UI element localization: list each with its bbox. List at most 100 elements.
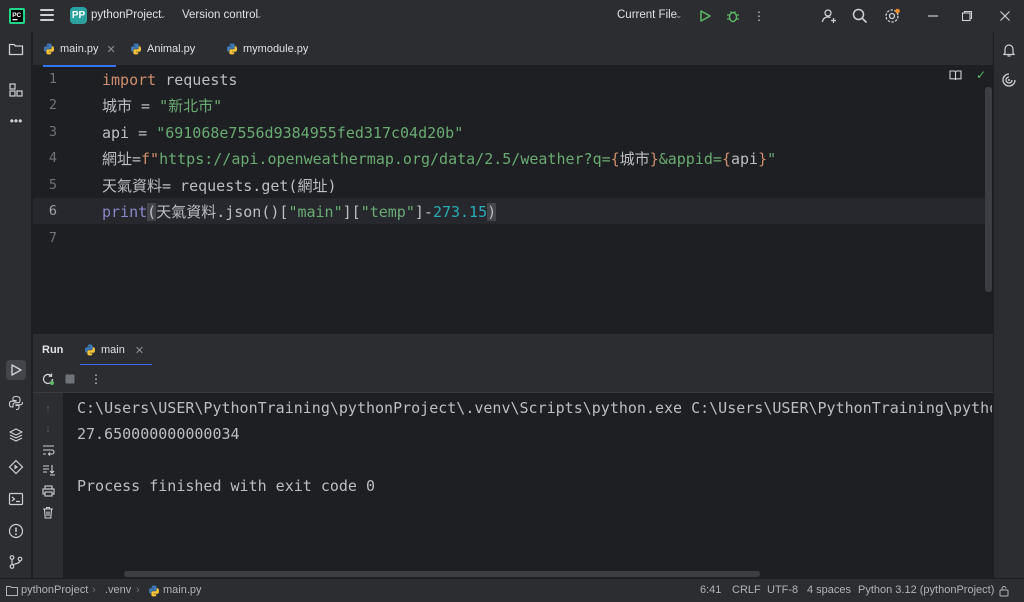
chevron-down-icon[interactable]: ⌄ xyxy=(675,10,683,21)
code-line[interactable]: 天氣資料= requests.get(網址) xyxy=(102,173,337,199)
console-horizontal-scrollbar[interactable] xyxy=(124,571,760,577)
code-line[interactable]: api = "691068e7556d9384955fed317c04d20b" xyxy=(102,120,463,146)
minimize-icon[interactable] xyxy=(925,8,941,24)
code-token: { xyxy=(610,150,620,168)
code-token: ) xyxy=(487,203,497,221)
code-token: https://api.openweathermap.org/data/2.5/… xyxy=(159,150,611,168)
code-token: api = xyxy=(102,124,157,142)
breadcrumb-project[interactable]: pythonProject xyxy=(21,584,88,596)
search-icon[interactable] xyxy=(852,8,868,24)
code-token: "新北市" xyxy=(159,97,223,115)
code-token: ( xyxy=(147,203,157,221)
console-output-line: Process finished with exit code 0 xyxy=(77,477,376,495)
chevron-down-icon[interactable]: ⌄ xyxy=(255,10,263,21)
main-menu-icon[interactable] xyxy=(40,9,54,21)
code-token: 天氣資料.json()[ xyxy=(156,203,289,221)
clear-all-trash-icon[interactable] xyxy=(40,504,56,520)
problems-icon[interactable] xyxy=(6,521,26,541)
right-toolbar xyxy=(993,32,1024,578)
file-lock-icon[interactable] xyxy=(998,585,1010,597)
run-icon[interactable] xyxy=(697,8,713,24)
caret-position[interactable]: 6:41 xyxy=(700,584,721,596)
add-user-icon[interactable] xyxy=(821,8,837,24)
project-folder-icon[interactable] xyxy=(6,39,26,59)
scroll-to-end-icon[interactable] xyxy=(40,462,56,478)
tab-main-py[interactable]: main.py ✕ xyxy=(43,32,116,67)
breadcrumb-venv[interactable]: .venv xyxy=(105,584,131,596)
close-tab-icon[interactable]: ✕ xyxy=(107,43,116,56)
line-number: 7 xyxy=(48,230,57,246)
reader-mode-icon[interactable] xyxy=(949,69,962,84)
code-line[interactable]: print(天氣資料.json()["main"]["temp"]-273.15… xyxy=(102,199,497,225)
run-toolbar: ⋮ xyxy=(33,365,993,393)
terminal-icon[interactable] xyxy=(6,489,26,509)
code-token: "691068e7556d9384955fed317c04d20b" xyxy=(156,124,464,142)
pycharm-logo-icon[interactable]: PC xyxy=(9,8,25,24)
chevron-down-icon[interactable]: ⌄ xyxy=(159,10,167,21)
code-token: requests xyxy=(156,71,238,89)
python-interpreter[interactable]: Python 3.12 (pythonProject) xyxy=(858,584,994,596)
title-bar: PC PP pythonProject ⌄ Version control ⌄ … xyxy=(0,0,1024,32)
tab-mymodule-py[interactable]: mymodule.py xyxy=(226,32,308,66)
project-badge[interactable]: PP xyxy=(70,7,87,24)
run-panel-title: Run xyxy=(42,344,64,356)
settings-icon[interactable] xyxy=(884,8,900,24)
console-output-line: C:\Users\USER\PythonTraining\pythonProje… xyxy=(77,399,992,417)
line-number: 2 xyxy=(48,97,57,113)
more-actions-icon[interactable]: ⋮ xyxy=(751,8,767,24)
folder-icon xyxy=(6,586,18,596)
tab-label: main.py xyxy=(60,43,99,55)
code-token: 網址= xyxy=(102,150,142,168)
run-configuration-selector[interactable]: Current File xyxy=(617,9,677,21)
file-encoding[interactable]: UTF-8 xyxy=(767,584,798,596)
code-token: &appid= xyxy=(658,150,722,168)
services-icon[interactable] xyxy=(6,457,26,477)
tab-label: mymodule.py xyxy=(243,43,309,55)
project-name[interactable]: pythonProject xyxy=(91,9,161,21)
stop-icon[interactable] xyxy=(62,371,78,387)
more-tool-windows-icon[interactable]: ••• xyxy=(6,111,26,131)
code-line[interactable]: import requests xyxy=(102,67,237,93)
run-console[interactable]: ↑ ↓ C:\Users\USER\PythonTraining\pythonP… xyxy=(33,393,993,578)
code-line[interactable]: 城市 = "新北市" xyxy=(102,93,222,119)
code-token: 城市 = xyxy=(102,97,160,115)
indent-setting[interactable]: 4 spaces xyxy=(807,584,851,596)
rerun-icon[interactable] xyxy=(40,371,56,387)
close-tab-icon[interactable]: ✕ xyxy=(135,344,144,357)
print-icon[interactable] xyxy=(40,483,56,499)
close-icon[interactable] xyxy=(997,8,1013,24)
console-output-line: 27.650000000000034 xyxy=(77,425,240,443)
line-separator[interactable]: CRLF xyxy=(732,584,761,596)
python-console-icon[interactable] xyxy=(6,393,26,413)
tab-animal-py[interactable]: Animal.py xyxy=(130,32,195,66)
restore-icon[interactable] xyxy=(959,8,975,24)
line-number-gutter[interactable]: 1 2 3 4 5 6 7 xyxy=(33,67,93,332)
code-token: api xyxy=(730,150,759,168)
arrow-up-icon[interactable]: ↑ xyxy=(40,401,56,417)
run-tool-window-icon[interactable] xyxy=(6,360,26,380)
code-token: import xyxy=(102,71,157,89)
version-control-menu[interactable]: Version control xyxy=(182,9,258,21)
debug-icon[interactable] xyxy=(725,8,741,24)
code-token: "main" xyxy=(288,203,343,221)
code-token: 天氣資料= requests.get(網址) xyxy=(102,177,337,195)
soft-wrap-icon[interactable] xyxy=(40,442,56,458)
code-line[interactable]: 網址=f"https://api.openweathermap.org/data… xyxy=(102,146,776,172)
code-editor[interactable]: 1 2 3 4 5 6 7 import requests 城市 = "新北市"… xyxy=(33,67,993,332)
git-icon[interactable] xyxy=(6,552,26,572)
arrow-down-icon[interactable]: ↓ xyxy=(40,421,56,437)
code-token: 273.15 xyxy=(432,203,488,221)
run-tab-main[interactable]: main ✕ xyxy=(79,334,153,366)
python-packages-icon[interactable] xyxy=(6,425,26,445)
ai-assistant-icon[interactable] xyxy=(999,70,1019,90)
notifications-icon[interactable] xyxy=(999,40,1019,60)
structure-icon[interactable] xyxy=(6,80,26,100)
breadcrumb-file[interactable]: main.py xyxy=(163,584,202,596)
inspection-ok-icon[interactable]: ✓ xyxy=(976,68,986,82)
console-side-toolbar: ↑ ↓ xyxy=(33,393,63,578)
more-options-icon[interactable]: ⋮ xyxy=(88,371,104,387)
code-token: } xyxy=(649,150,659,168)
editor-scrollbar[interactable] xyxy=(985,87,992,292)
python-file-icon xyxy=(44,43,54,55)
